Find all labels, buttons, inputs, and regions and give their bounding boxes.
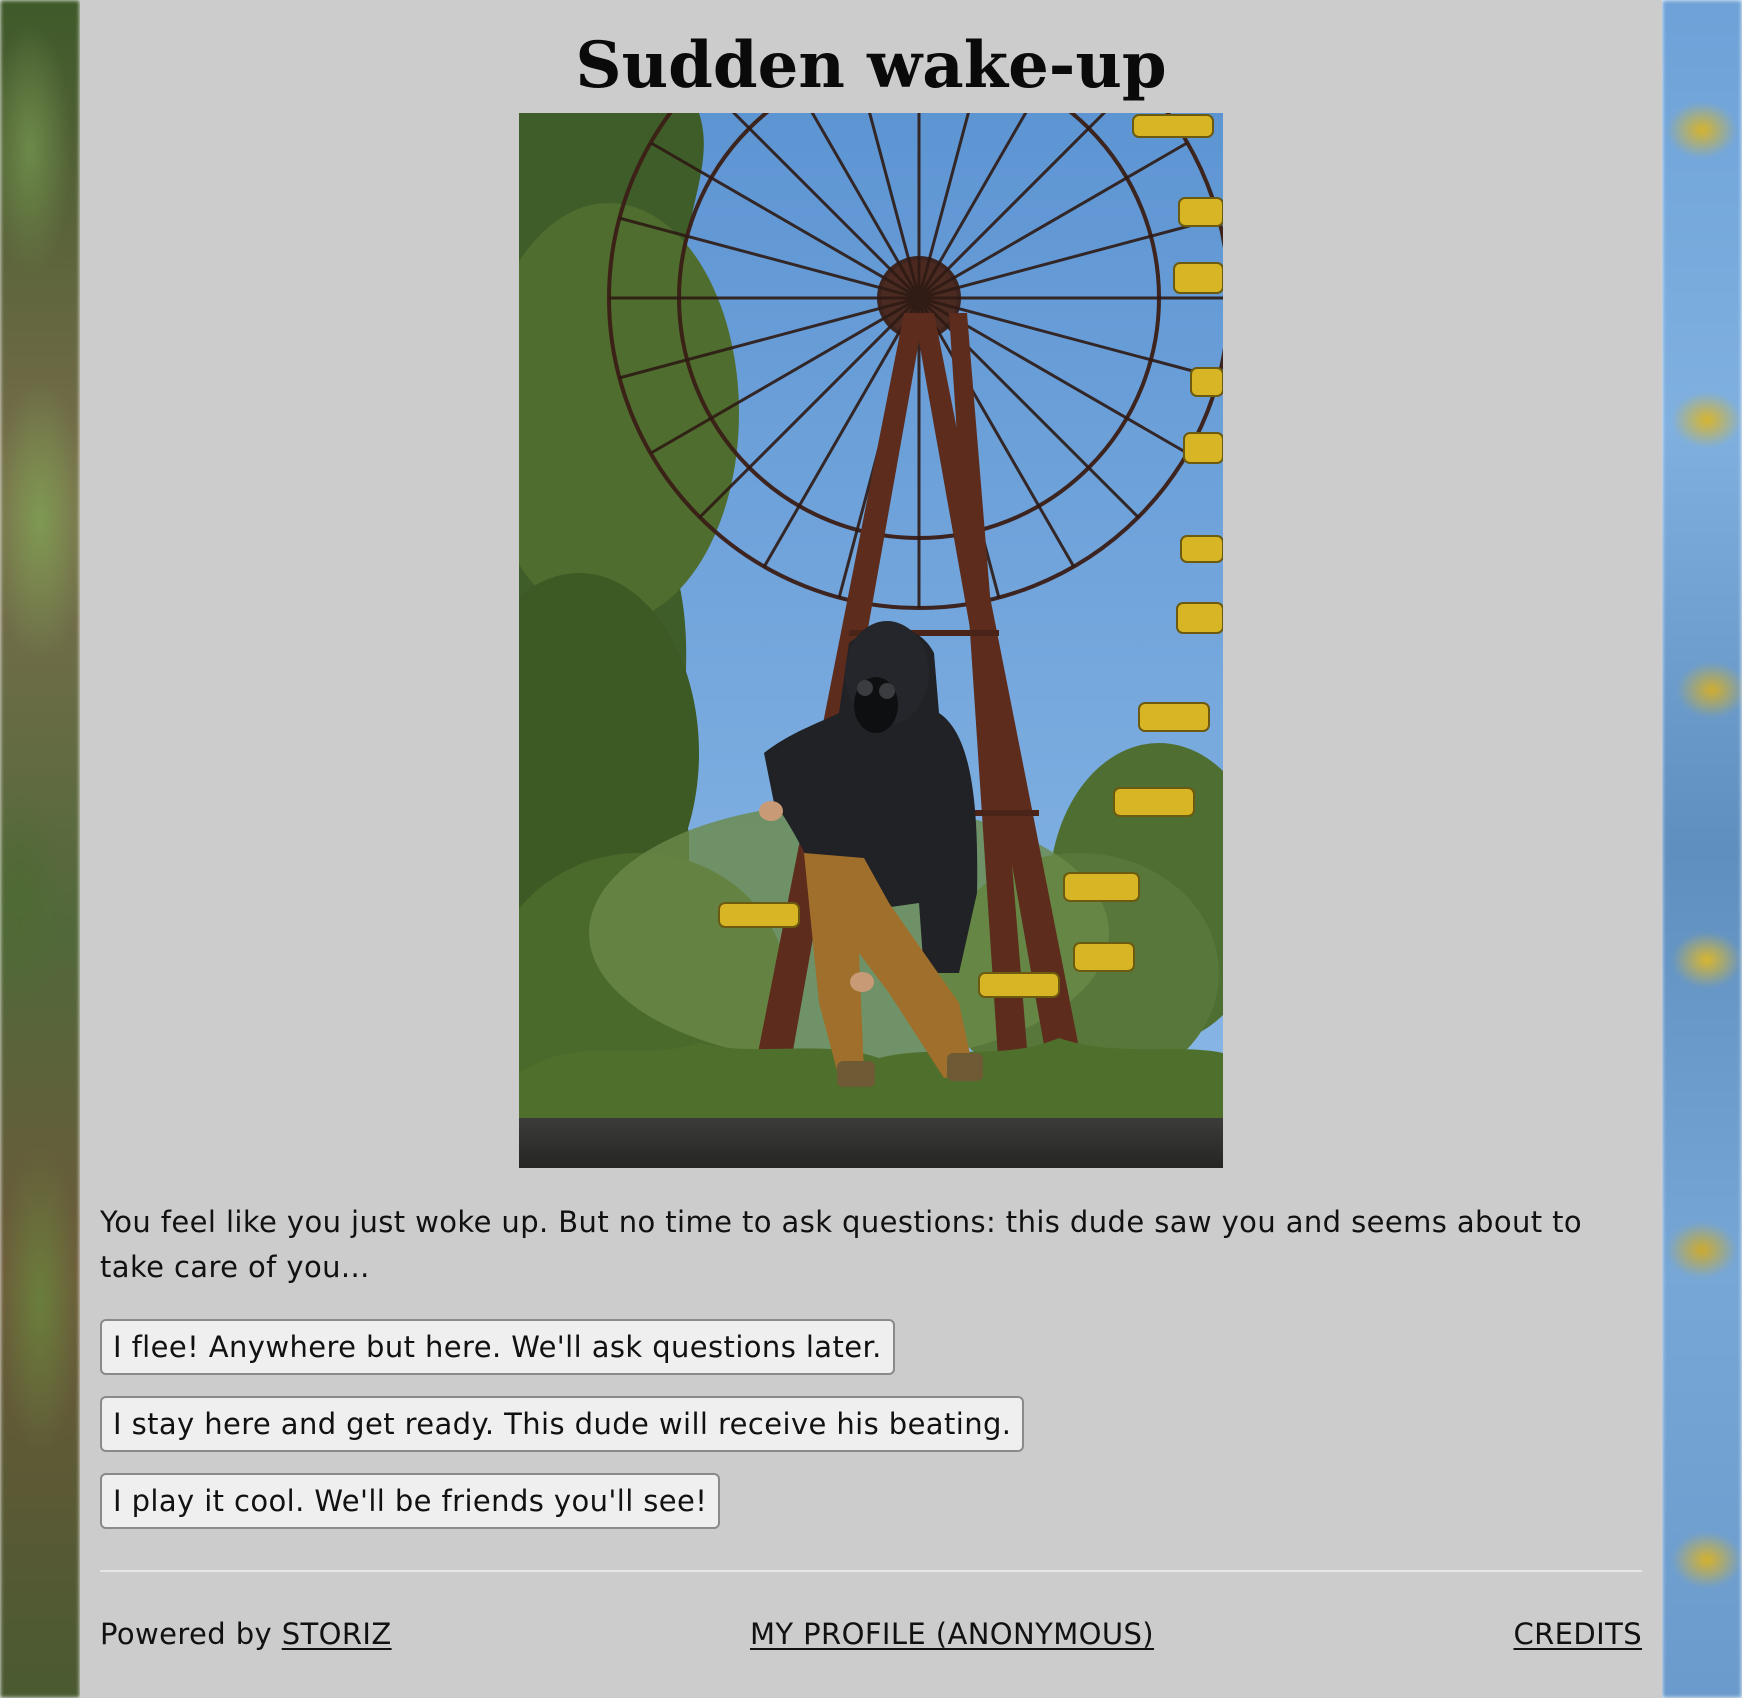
credits-link[interactable]: CREDITS (1513, 1612, 1642, 1656)
choice-button-stay[interactable]: I stay here and get ready. This dude wil… (100, 1396, 1025, 1452)
my-profile-link[interactable]: MY PROFILE (ANONYMOUS) (750, 1612, 1154, 1656)
story-image (519, 113, 1223, 1168)
blurred-backdrop-right (1662, 0, 1742, 1698)
powered-by: Powered by STORIZ (100, 1612, 392, 1656)
storiz-link[interactable]: STORIZ (282, 1617, 392, 1651)
choice-button-flee[interactable]: I flee! Anywhere but here. We'll ask que… (100, 1319, 895, 1375)
footer: Powered by STORIZ MY PROFILE (ANONYMOUS)… (100, 1612, 1642, 1656)
powered-by-label: Powered by (100, 1617, 282, 1651)
choice-button-play-cool[interactable]: I play it cool. We'll be friends you'll … (100, 1473, 721, 1529)
footer-divider (100, 1570, 1642, 1572)
blurred-backdrop-left (0, 0, 80, 1698)
choice-list: I flee! Anywhere but here. We'll ask que… (100, 1319, 1025, 1550)
story-text: You feel like you just woke up. But no t… (100, 1205, 1583, 1284)
ferris-wheel-scene (519, 113, 1223, 1168)
story-title: Sudden wake-up (575, 28, 1167, 103)
story-panel: Sudden wake-up You feel like you just wo… (80, 0, 1662, 1698)
